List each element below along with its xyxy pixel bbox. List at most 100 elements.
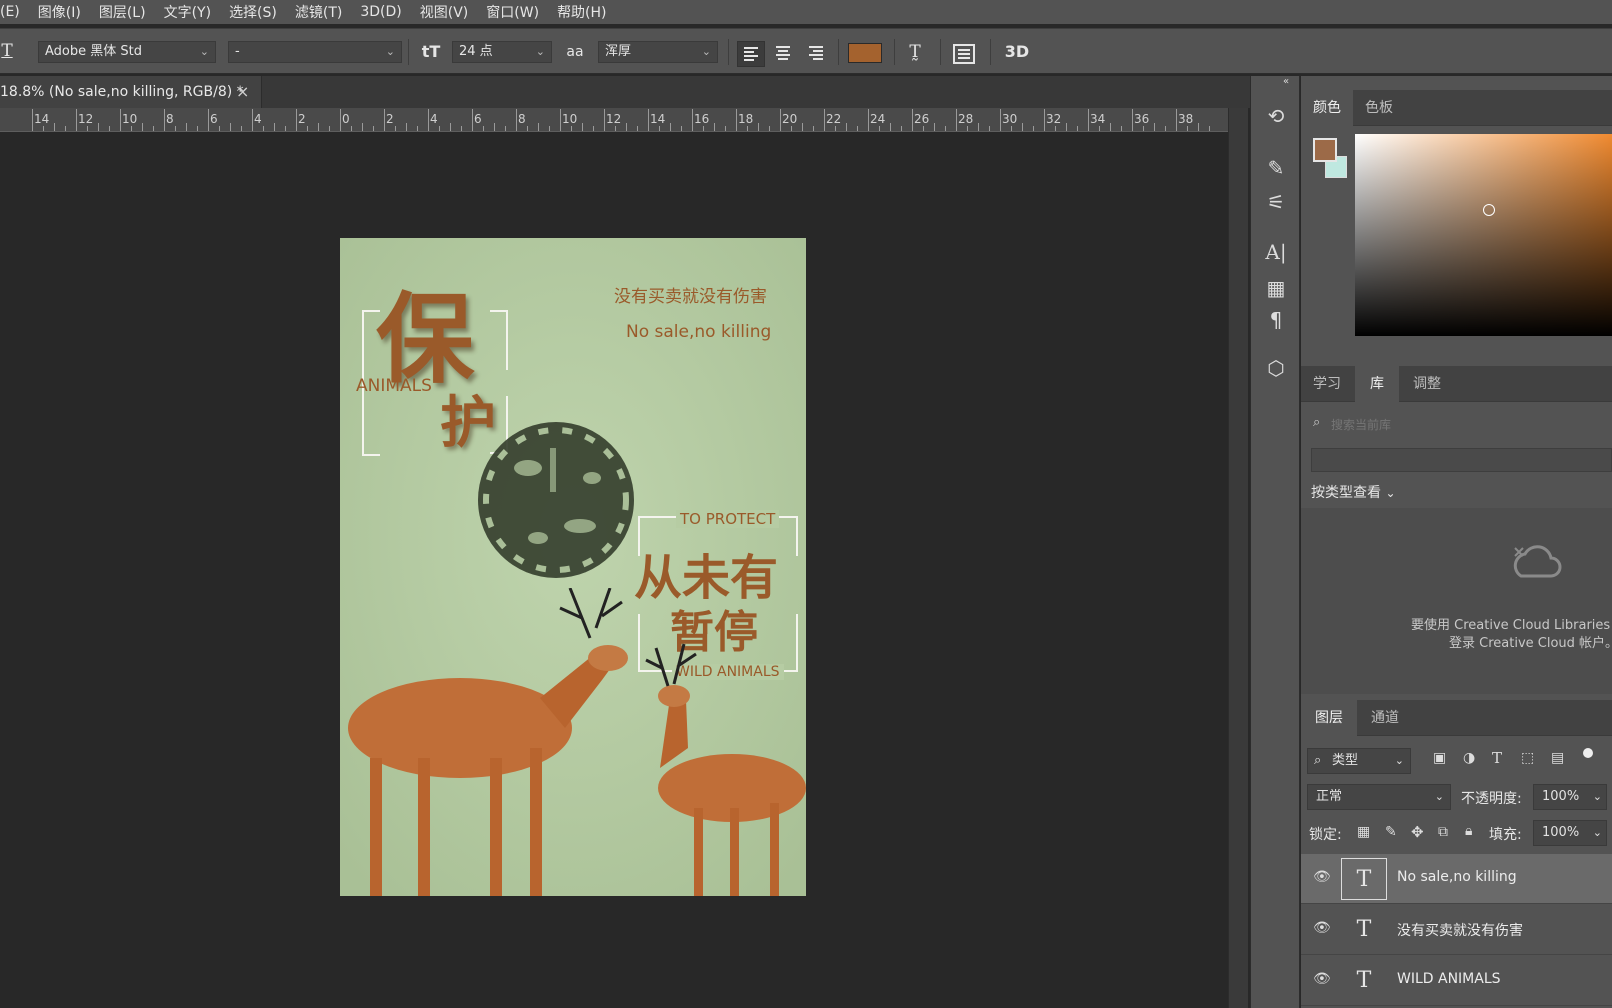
- ruler-minor-tick: [1033, 126, 1034, 131]
- tab-libraries[interactable]: 库: [1355, 366, 1399, 402]
- align-left-button[interactable]: [737, 41, 765, 67]
- menu-window[interactable]: 窗口(W): [477, 2, 548, 22]
- ruler-tick: [32, 109, 33, 131]
- view-by-type[interactable]: 按类型查看 ⌄: [1311, 482, 1396, 502]
- filter-shape-icon[interactable]: ⬚: [1521, 750, 1534, 766]
- tab-learn[interactable]: 学习: [1301, 366, 1353, 402]
- divider: [940, 39, 941, 65]
- panel-toggle-icon: [953, 44, 975, 64]
- ruler-tick: [1044, 109, 1045, 131]
- lock-pixels-icon[interactable]: ✎: [1385, 824, 1397, 840]
- chevron-down-icon: ⌄: [1434, 790, 1444, 803]
- ruler-label: 22: [826, 112, 842, 126]
- lock-transparent-icon[interactable]: ▦: [1357, 824, 1370, 840]
- library-search-input[interactable]: [1331, 414, 1601, 436]
- library-message-1: 要使用 Creative Cloud Libraries，: [1411, 618, 1612, 633]
- ruler-minor-tick: [582, 123, 583, 131]
- font-style-select[interactable]: - ⌄: [228, 41, 402, 63]
- antialias-select[interactable]: 浑厚 ⌄: [598, 41, 718, 63]
- tab-channels[interactable]: 通道: [1357, 700, 1413, 736]
- blend-mode-select[interactable]: 正常 ⌄: [1307, 784, 1451, 810]
- lock-artboard-icon[interactable]: ⧉: [1438, 824, 1448, 840]
- ruler-minor-tick: [461, 126, 462, 131]
- ruler-minor-tick: [1011, 126, 1012, 131]
- lock-position-icon[interactable]: ✥: [1411, 823, 1424, 841]
- tab-layers[interactable]: 图层: [1301, 700, 1357, 736]
- menu-3d[interactable]: 3D(D): [351, 4, 410, 20]
- visibility-eye-icon[interactable]: 👁︎: [1313, 869, 1331, 885]
- collapse-icon[interactable]: «: [1271, 76, 1301, 87]
- menu-type[interactable]: 文字(Y): [155, 2, 220, 22]
- font-size-select[interactable]: 24 点 ⌄: [452, 41, 552, 63]
- filter-smart-object-icon[interactable]: ▤: [1551, 750, 1564, 766]
- filter-toggle-icon[interactable]: [1583, 748, 1593, 770]
- ruler-label: 4: [254, 112, 262, 126]
- opacity-field[interactable]: 100% ⌄: [1533, 784, 1607, 810]
- character-panel-button[interactable]: [952, 43, 978, 65]
- warp-text-icon[interactable]: T̰: [902, 41, 928, 63]
- chevron-down-icon: ⌄: [385, 45, 395, 58]
- filter-type-icon[interactable]: T: [1492, 749, 1502, 767]
- brush-settings-icon[interactable]: ✎: [1251, 156, 1301, 180]
- menu-edit[interactable]: (E): [0, 4, 29, 20]
- chevron-down-icon: ⌄: [701, 45, 711, 58]
- ruler-tick: [824, 109, 825, 131]
- document-tab[interactable]: 18.8% (No sale,no killing, RGB/8) * ×: [0, 76, 262, 108]
- type-tool-icon[interactable]: T: [0, 40, 14, 62]
- poster-document[interactable]: 保 ANIMALS 护 没有买卖就没有伤害 No sale,no killing…: [340, 238, 806, 896]
- menu-select[interactable]: 选择(S): [220, 2, 286, 22]
- tab-color[interactable]: 颜色: [1301, 90, 1353, 126]
- menu-filter[interactable]: 滤镜(T): [286, 2, 351, 22]
- layer-row[interactable]: 👁︎ T 没有买卖就没有伤害: [1301, 905, 1612, 955]
- ruler-tick: [604, 109, 605, 131]
- menu-layer[interactable]: 图层(L): [90, 2, 155, 22]
- glyphs-icon[interactable]: ▦: [1251, 276, 1301, 300]
- blend-mode-value: 正常: [1316, 789, 1343, 804]
- fill-field[interactable]: 100% ⌄: [1533, 820, 1607, 846]
- foreground-color-swatch[interactable]: [1313, 138, 1337, 162]
- library-search[interactable]: ⌕: [1309, 412, 1612, 438]
- paragraph-icon[interactable]: ¶: [1251, 308, 1301, 332]
- tab-adjustments[interactable]: 调整: [1401, 366, 1453, 402]
- character-icon[interactable]: A|: [1251, 240, 1301, 264]
- font-family-select[interactable]: Adobe 黑体 Std ⌄: [38, 41, 216, 63]
- divider: [728, 39, 729, 65]
- 3d-panel-icon[interactable]: ⬡: [1251, 356, 1301, 380]
- ruler-minor-tick: [989, 126, 990, 131]
- ruler-minor-tick: [1165, 126, 1166, 131]
- vertical-scrollbar[interactable]: [1228, 108, 1248, 1008]
- align-right-button[interactable]: [803, 41, 831, 67]
- adjustments-icon[interactable]: ⚟: [1251, 190, 1301, 214]
- divider: [838, 39, 839, 65]
- color-picker-handle[interactable]: [1483, 204, 1495, 216]
- right-panels: 颜色 色板 学习 库 调整 ⌕ 按类型查看 ⌄ 要使用 Creative Clo…: [1301, 76, 1612, 1008]
- menu-view[interactable]: 视图(V): [411, 2, 478, 22]
- tab-swatches[interactable]: 色板: [1353, 90, 1405, 126]
- history-icon[interactable]: ⟲: [1251, 104, 1301, 128]
- ruler-minor-tick: [967, 126, 968, 131]
- ruler-tick: [956, 109, 957, 131]
- layer-filter-select[interactable]: ⌕ 类型 ⌄: [1307, 748, 1411, 774]
- color-picker-field[interactable]: [1355, 134, 1612, 336]
- visibility-eye-icon[interactable]: 👁︎: [1313, 920, 1331, 936]
- filter-adjustment-icon[interactable]: ◑: [1463, 750, 1475, 766]
- align-center-button[interactable]: [770, 41, 798, 67]
- divider: [990, 39, 991, 65]
- text-color-swatch[interactable]: [848, 43, 882, 63]
- ruler-tick: [384, 109, 385, 131]
- menu-image[interactable]: 图像(I): [29, 2, 90, 22]
- type-layer-thumbnail-icon: T: [1341, 858, 1387, 900]
- 3d-button[interactable]: 3D: [1000, 41, 1034, 63]
- ruler-tick: [868, 109, 869, 131]
- layer-row[interactable]: 👁︎ T WILD ANIMALS: [1301, 956, 1612, 1006]
- visibility-eye-icon[interactable]: 👁︎: [1313, 971, 1331, 987]
- close-icon[interactable]: ×: [236, 76, 249, 108]
- menu-help[interactable]: 帮助(H): [548, 2, 615, 22]
- search-icon: ⌕: [1314, 753, 1322, 768]
- filter-image-icon[interactable]: ▣: [1433, 750, 1446, 766]
- layer-row[interactable]: 👁︎ T No sale,no killing: [1301, 854, 1612, 904]
- lock-all-icon[interactable]: 🔒︎: [1465, 823, 1472, 839]
- ruler-minor-tick: [417, 126, 418, 131]
- library-select[interactable]: [1311, 448, 1612, 472]
- panel-icon-strip: « ⟲ ✎ ⚟ A| ▦ ¶ ⬡: [1250, 76, 1300, 1008]
